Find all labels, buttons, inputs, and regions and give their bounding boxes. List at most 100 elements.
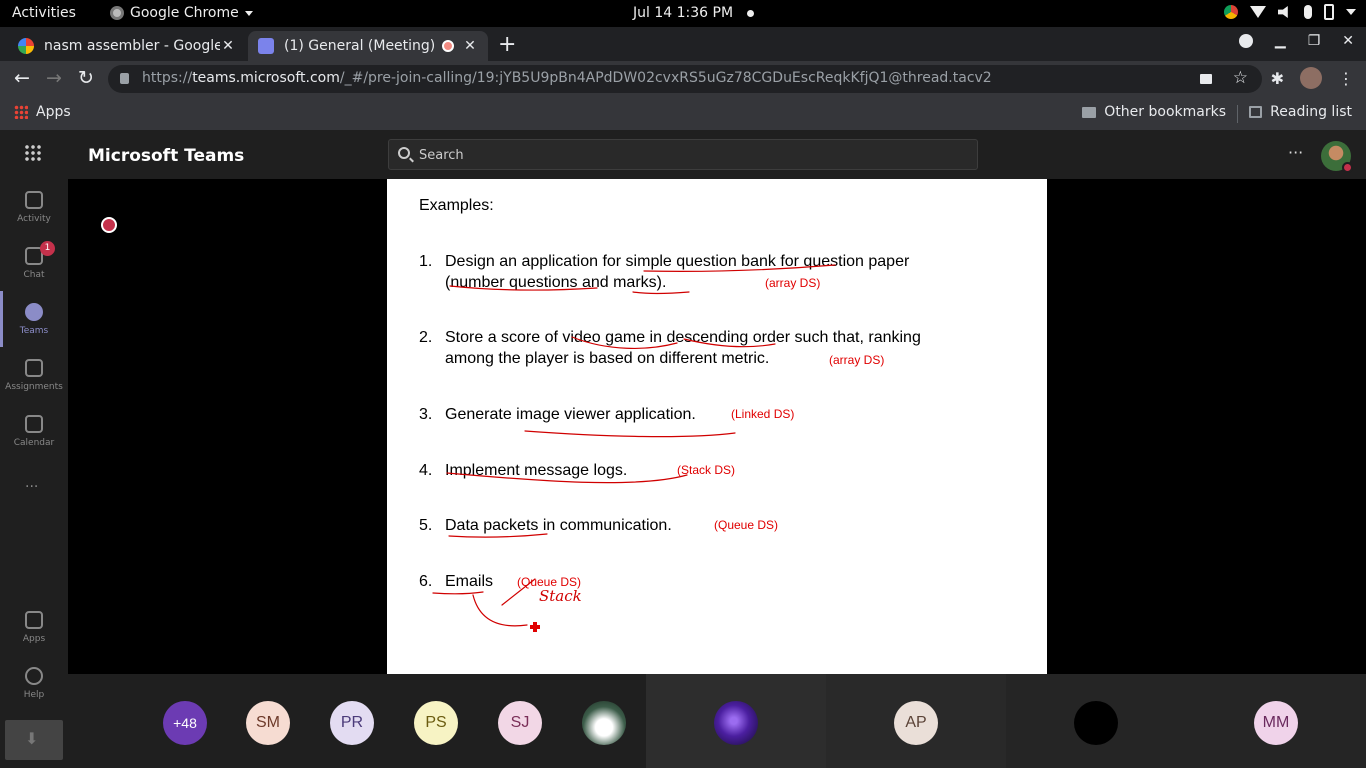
google-icon (18, 38, 34, 54)
presence-badge (1342, 162, 1353, 173)
chevron-down-icon (244, 10, 253, 16)
participant-avatar-photo (714, 701, 758, 745)
participant-avatar: MM (1254, 701, 1298, 745)
annotation-tag: (Queue DS) (714, 518, 779, 532)
app-menu[interactable]: Google Chrome (110, 5, 253, 21)
bell-icon (25, 191, 43, 209)
example-item-6: 6. Emails (419, 573, 494, 590)
window-controls: ▁ ❐ ✕ (1238, 33, 1354, 49)
laser-pointer-icon (530, 622, 540, 632)
tab-search-icon[interactable] (1238, 34, 1253, 48)
meeting-stage: Examples: 1. Design an application for si… (68, 179, 1366, 674)
divider (1237, 105, 1238, 123)
microphone-icon[interactable] (1304, 5, 1312, 19)
back-icon[interactable]: ← (10, 67, 34, 89)
forward-icon[interactable]: → (42, 67, 66, 89)
extensions-icon[interactable]: ✱ (1271, 69, 1284, 88)
camera-icon[interactable] (1200, 74, 1212, 84)
restore-icon[interactable]: ❐ (1308, 33, 1321, 49)
teams-icon (25, 303, 43, 321)
clock[interactable]: Jul 14 1:36 PM (633, 5, 733, 21)
shared-screen-slide: Examples: 1. Design an application for si… (387, 179, 1047, 674)
chrome-icon (110, 6, 124, 20)
participant-strip: +48 SM PR PS SJ AP MM (68, 674, 1366, 768)
help-icon (25, 667, 43, 685)
participant-avatar[interactable]: SJ (498, 701, 542, 745)
new-tab-button[interactable]: + (498, 32, 516, 57)
browser-toolbar: ← → ↻ https://teams.microsoft.com/_#/pre… (0, 61, 1366, 97)
battery-icon[interactable] (1324, 4, 1334, 20)
app-launcher-icon[interactable] (24, 144, 42, 162)
participant-avatar[interactable]: PS (414, 701, 458, 745)
annotation-tag: (Stack DS) (677, 463, 736, 477)
star-icon[interactable]: ☆ (1233, 68, 1248, 88)
chevron-down-icon[interactable] (1346, 9, 1356, 15)
screen: Activities Google Chrome Jul 14 1:36 PM … (0, 0, 1366, 768)
rail-item-label: Chat (23, 270, 45, 280)
rail-item-label: Help (23, 690, 45, 700)
search-icon (398, 147, 410, 159)
url-text[interactable]: https://teams.microsoft.com/_#/pre-join-… (142, 70, 992, 86)
app-menu-label: Google Chrome (130, 5, 239, 21)
close-window-icon[interactable]: ✕ (1342, 33, 1354, 49)
participant-avatar[interactable]: PR (330, 701, 374, 745)
close-icon[interactable]: ✕ (462, 38, 478, 54)
rail-item-calendar[interactable]: Calendar (0, 403, 68, 459)
wifi-icon[interactable] (1250, 6, 1266, 18)
participant-tile[interactable] (1006, 674, 1186, 768)
user-avatar[interactable] (1321, 141, 1353, 173)
rail-item-activity[interactable]: Activity (0, 179, 68, 235)
participant-avatar (1074, 701, 1118, 745)
chrome-tray-icon[interactable] (1224, 5, 1238, 19)
tab-title: (1) General (Meeting) | (284, 38, 434, 54)
calendar-icon (25, 415, 43, 433)
rail-item-teams[interactable]: Teams (0, 291, 68, 347)
menu-icon[interactable]: ⋮ (1338, 69, 1354, 88)
system-tray[interactable] (1224, 4, 1356, 20)
rail-item-label: Calendar (13, 438, 55, 448)
minimize-icon[interactable]: ▁ (1275, 33, 1286, 49)
download-button[interactable] (5, 720, 63, 760)
unread-badge: 1 (40, 241, 55, 256)
participant-avatar: AP (894, 701, 938, 745)
example-item-3: 3. Generate image viewer application. (419, 406, 696, 423)
system-top-bar: Activities Google Chrome Jul 14 1:36 PM (0, 0, 1366, 27)
apps-icon (25, 611, 43, 629)
participant-avatar[interactable]: SM (246, 701, 290, 745)
other-bookmarks-label: Other bookmarks (1104, 104, 1226, 120)
lock-icon[interactable] (120, 73, 129, 84)
annotation-tag: (Linked DS) (731, 407, 795, 421)
participant-tile[interactable]: AP (826, 674, 1006, 768)
bookmarks-bar: Apps Other bookmarks Reading list (0, 97, 1366, 130)
teams-icon (258, 38, 274, 54)
participant-avatar-photo[interactable] (582, 701, 626, 745)
address-bar[interactable]: https://teams.microsoft.com/_#/pre-join-… (108, 65, 1262, 93)
bookmark-apps[interactable]: Apps (14, 104, 71, 120)
teams-app-bar: Activity 1 Chat Teams Assignments Calend… (0, 179, 68, 768)
participant-tile[interactable]: MM (1186, 674, 1366, 768)
rail-item-apps[interactable]: Apps (0, 599, 68, 655)
recording-icon (442, 40, 454, 52)
search-input[interactable] (419, 145, 959, 165)
other-bookmarks[interactable]: Other bookmarks (1082, 104, 1226, 120)
volume-icon[interactable] (1278, 6, 1288, 18)
tab-teams-meeting[interactable]: (1) General (Meeting) | ✕ (248, 31, 488, 61)
folder-icon (1082, 106, 1097, 118)
toolbar-actions: ✱ ⋮ (1271, 67, 1354, 89)
close-icon[interactable]: ✕ (220, 38, 236, 54)
search-box[interactable] (388, 139, 978, 170)
example-item-4: 4. Implement message logs. (419, 462, 628, 479)
more-apps-icon[interactable]: ··· (25, 479, 38, 495)
overflow-participants-button[interactable]: +48 (163, 701, 207, 745)
profile-avatar[interactable] (1300, 67, 1322, 89)
activities-button[interactable]: Activities (12, 5, 76, 21)
rail-item-label: Teams (19, 326, 49, 336)
reading-list[interactable]: Reading list (1249, 104, 1352, 120)
rail-item-assignments[interactable]: Assignments (0, 347, 68, 403)
reload-icon[interactable]: ↻ (74, 67, 98, 89)
more-options-icon[interactable]: ··· (1288, 143, 1303, 162)
tab-nasm-assembler[interactable]: nasm assembler - Google ✕ (8, 31, 246, 61)
participant-tile[interactable] (646, 674, 826, 768)
rail-item-chat[interactable]: 1 Chat (0, 235, 68, 291)
rail-item-help[interactable]: Help (0, 655, 68, 711)
